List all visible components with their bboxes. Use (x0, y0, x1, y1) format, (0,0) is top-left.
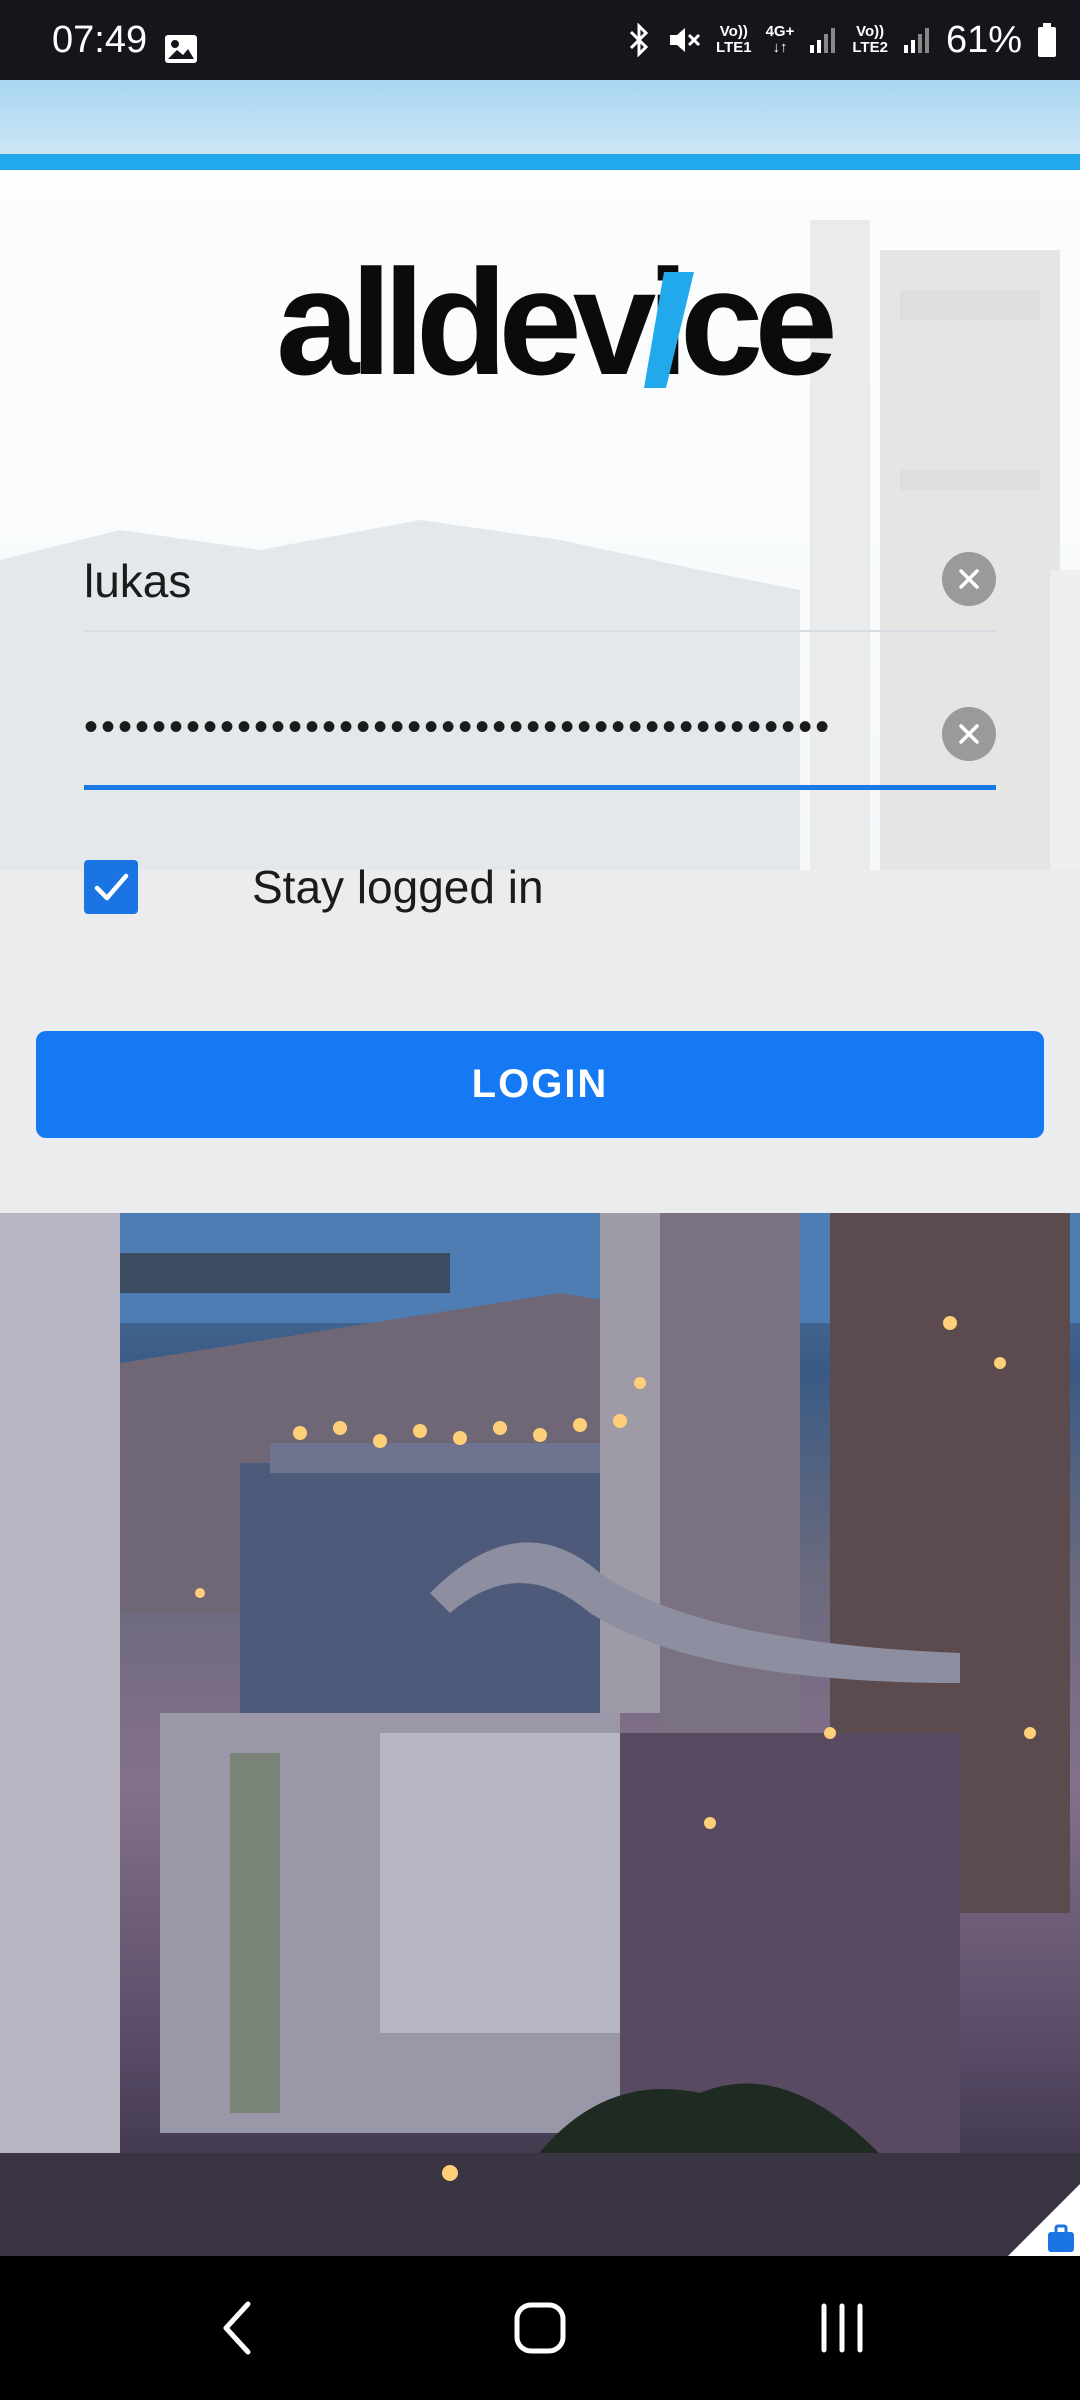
industrial-plant-image (0, 1213, 1080, 2256)
battery-percent: 61% (945, 18, 1022, 61)
photo-icon (165, 35, 197, 63)
username-value[interactable]: lukas (84, 554, 191, 608)
stay-logged-in-checkbox[interactable] (84, 860, 138, 914)
stay-logged-in-label[interactable]: Stay logged in (252, 860, 544, 914)
signal-icon (810, 28, 836, 53)
checkmark-icon (94, 873, 129, 901)
login-button[interactable]: LOGIN (36, 1031, 1044, 1138)
system-nav-bar (0, 2256, 1080, 2400)
plant-illustration (0, 1213, 1080, 2256)
logo-wordmark: alldevice (276, 262, 833, 392)
recents-button[interactable] (742, 2256, 942, 2400)
alldevice-logo: alldevice (276, 262, 842, 392)
sim1-indicator: Vo)) LTE1 (716, 23, 752, 56)
home-button[interactable] (440, 2256, 640, 2400)
network-indicator: 4G+ ↓↑ (765, 23, 795, 56)
home-icon (514, 2302, 566, 2354)
sim2-indicator: Vo)) LTE2 (852, 23, 888, 56)
username-field[interactable]: lukas (84, 530, 996, 632)
mute-icon (670, 28, 701, 52)
header-accent-bar (0, 154, 1080, 170)
back-icon (223, 2301, 251, 2355)
signal-icon (903, 28, 929, 53)
clear-password-button[interactable] (942, 707, 996, 761)
back-button[interactable] (138, 2256, 338, 2400)
close-icon (959, 724, 979, 744)
status-bar: 07:49 Vo)) LTE1 4G+ ↓↑ Vo)) LTE2 61% (0, 0, 1080, 80)
status-time: 07:49 (52, 19, 148, 61)
password-field[interactable]: ••••••••••••••••••••••••••••••••••••••••… (84, 685, 996, 790)
bluetooth-icon (629, 23, 649, 57)
close-icon (959, 569, 979, 589)
battery-icon (1038, 23, 1056, 57)
work-profile-badge (1008, 2184, 1080, 2256)
recents-icon (821, 2303, 863, 2353)
header-strip (0, 80, 1080, 156)
clear-username-button[interactable] (942, 552, 996, 606)
password-value[interactable]: ••••••••••••••••••••••••••••••••••••••••… (84, 705, 832, 750)
